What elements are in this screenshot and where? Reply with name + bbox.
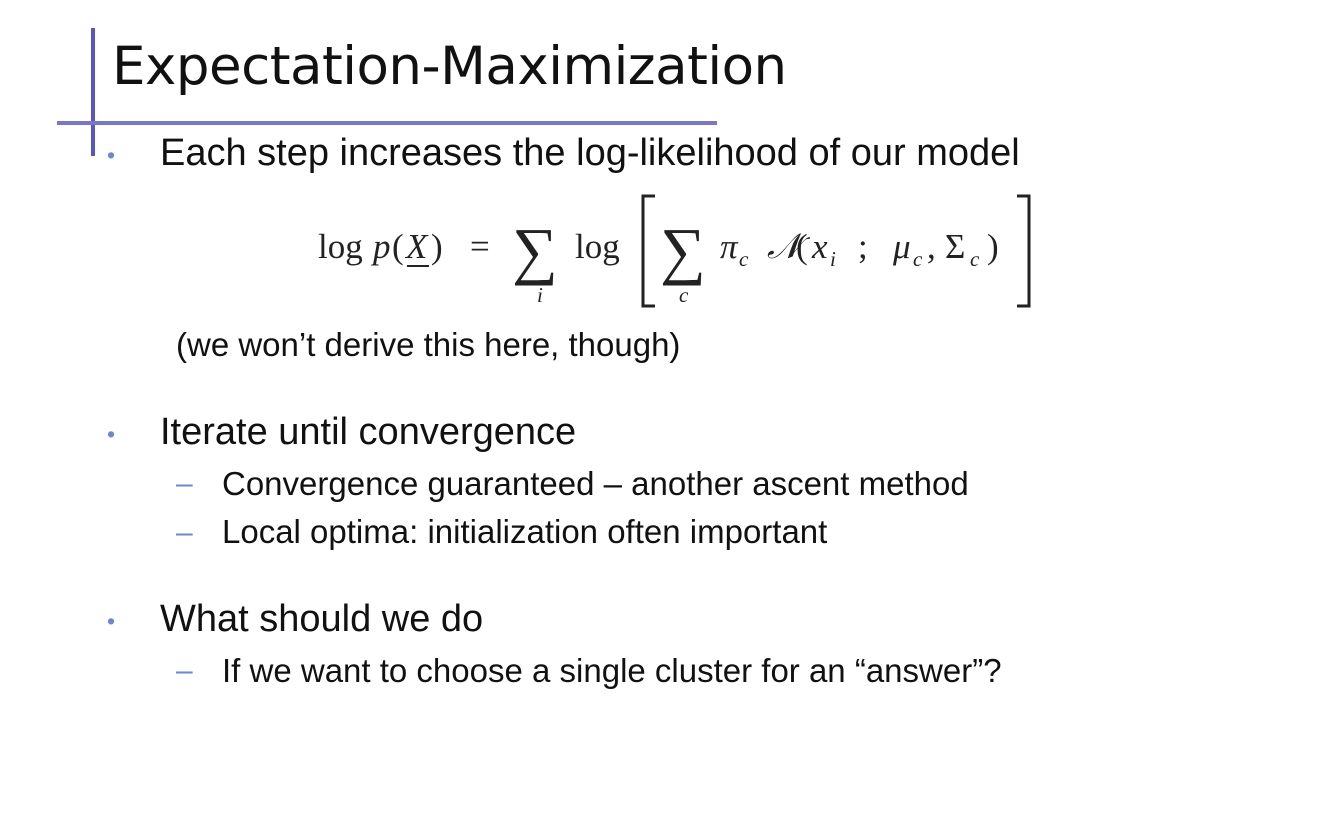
equation-svg: log p ( X ) = ∑ i log ∑ c π c 𝒩 ( x i ; … [318, 194, 1031, 308]
bullet-log-likelihood: Each step increases the log-likelihood o… [160, 132, 1020, 174]
outer-sum-symbol: ∑ [512, 215, 558, 286]
equation-log-text: log [318, 227, 363, 266]
comma: , [927, 227, 936, 266]
equation-open-paren: ( [392, 227, 404, 266]
mu-subscript-c: c [913, 247, 923, 271]
normal-open-paren: ( [796, 227, 808, 266]
dash-icon: – [176, 467, 193, 500]
left-square-bracket [641, 194, 655, 308]
dash-icon: – [176, 654, 193, 687]
subitem-convergence-guaranteed: Convergence guaranteed – another ascent … [222, 465, 969, 502]
pi-subscript-c: c [739, 247, 749, 271]
slide-title: Expectation-Maximization [112, 36, 787, 97]
equation-outer-log-text: log [575, 227, 620, 266]
x-symbol: x [811, 227, 828, 266]
title-accent-horizontal-bar [57, 121, 717, 125]
equation-equals-sign: = [470, 227, 490, 266]
outer-sum-index: i [537, 283, 543, 307]
normal-close-paren: ) [987, 227, 999, 266]
equation-p-text: p [370, 227, 391, 266]
mu-symbol: μ [892, 227, 911, 266]
equation-x-text: X [404, 227, 429, 266]
bullet-what-should-we-do: What should we do [160, 598, 484, 640]
equation-close-paren: ) [431, 227, 443, 266]
dash-icon: – [176, 516, 193, 549]
bullet-icon: • [107, 142, 116, 168]
pi-symbol: π [720, 227, 739, 266]
inner-sum-index: c [679, 283, 689, 307]
right-square-bracket [1017, 194, 1031, 308]
title-accent-vertical-bar [91, 28, 95, 156]
derivation-note: (we won’t derive this here, though) [176, 326, 681, 363]
subitem-choose-single-cluster: If we want to choose a single cluster fo… [222, 652, 1002, 689]
bullet-iterate-convergence: Iterate until convergence [160, 411, 577, 453]
inner-sum-symbol: ∑ [660, 215, 706, 286]
sigma-subscript-c: c [970, 247, 980, 271]
bullet-icon: • [107, 421, 116, 447]
subitem-local-optima: Local optima: initialization often impor… [222, 513, 828, 550]
log-likelihood-equation: log p ( X ) = ∑ i log ∑ c π c 𝒩 ( x i ; … [310, 188, 1050, 313]
sigma-symbol: Σ [945, 227, 965, 266]
x-subscript-i: i [830, 247, 836, 271]
bullet-icon: • [107, 608, 116, 634]
semicolon: ; [858, 227, 868, 266]
